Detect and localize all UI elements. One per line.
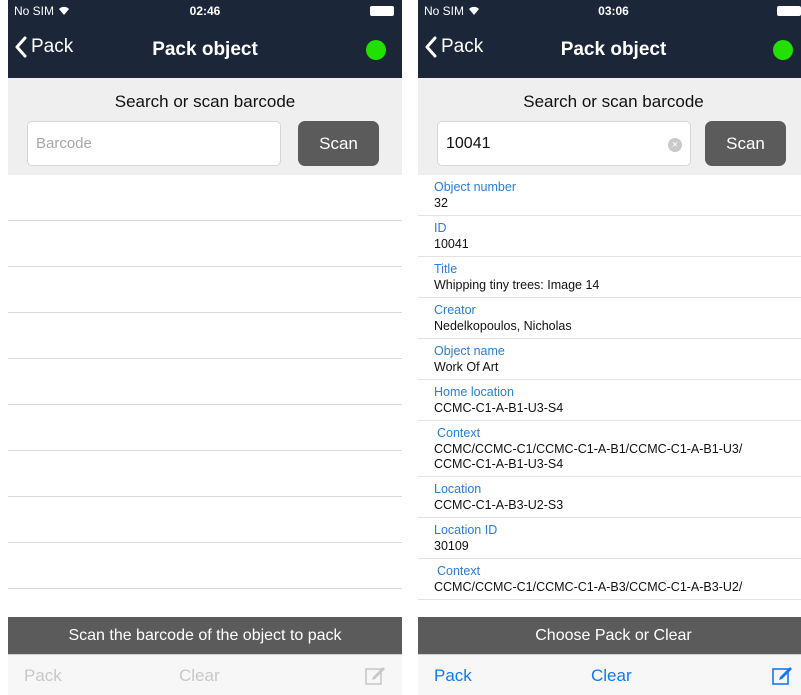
list-item bbox=[8, 175, 402, 221]
field-label: Object name bbox=[434, 344, 505, 358]
list-item bbox=[8, 221, 402, 267]
field-object-name: Object name Work Of Art bbox=[418, 339, 801, 380]
search-heading: Search or scan barcode bbox=[114, 92, 296, 111]
field-home-context: Context CCMC/CCMC-C1/CCMC-C1-A-B1/CCMC-C… bbox=[418, 421, 801, 477]
scan-button[interactable]: Scan bbox=[705, 121, 786, 166]
clear-button[interactable]: Clear bbox=[591, 666, 632, 686]
field-label: Title bbox=[434, 262, 458, 276]
field-label: Object number bbox=[434, 180, 516, 194]
field-location: Location CCMC-C1-A-B3-U2-S3 bbox=[418, 477, 801, 518]
list-item bbox=[8, 451, 402, 497]
barcode-input[interactable]: 10041 × bbox=[437, 121, 691, 166]
bottom-toolbar: Pack Clear bbox=[418, 654, 801, 695]
navigation-bar: Pack Pack object bbox=[418, 22, 801, 78]
status-bar: No SIM 03:06 bbox=[418, 0, 801, 22]
field-location-context: Context CCMC/CCMC-C1/CCMC-C1-A-B3/CCMC-C… bbox=[418, 559, 801, 600]
scan-button[interactable]: Scan bbox=[298, 121, 379, 166]
field-value: 10041 bbox=[434, 237, 469, 251]
connection-status-dot bbox=[366, 40, 386, 60]
barcode-input[interactable]: Barcode bbox=[27, 121, 281, 166]
field-value: CCMC-C1-A-B3-U2-S3 bbox=[434, 498, 564, 512]
compose-icon[interactable] bbox=[771, 664, 793, 686]
search-panel: Search or scan barcode Barcode Scan bbox=[8, 78, 402, 175]
phone-screen-empty: No SIM 02:46 Pack Pack object Search or … bbox=[8, 0, 402, 695]
field-label: Home location bbox=[434, 385, 514, 399]
list-item bbox=[8, 497, 402, 543]
field-object-number: Object number 32 bbox=[418, 175, 801, 216]
connection-status-dot bbox=[773, 40, 793, 60]
field-label: Location ID bbox=[434, 523, 498, 537]
field-value: CCMC-C1-A-B1-U3-S4 bbox=[434, 401, 564, 415]
field-label: Creator bbox=[434, 303, 476, 317]
page-title: Pack object bbox=[560, 39, 667, 60]
field-creator: Creator Nedelkopoulos, Nicholas bbox=[418, 298, 801, 339]
status-bar: No SIM 02:46 bbox=[8, 0, 402, 22]
field-value: CCMC/CCMC-C1/CCMC-C1-A-B1/CCMC-C1-A-B1-U… bbox=[434, 442, 743, 471]
list-item bbox=[8, 405, 402, 451]
search-heading: Search or scan barcode bbox=[523, 92, 704, 111]
field-title: Title Whipping tiny trees: Image 14 bbox=[418, 257, 801, 298]
battery-icon bbox=[777, 6, 801, 16]
battery-icon bbox=[370, 6, 394, 16]
status-time: 02:46 bbox=[189, 4, 221, 18]
status-time: 03:06 bbox=[598, 4, 629, 18]
list-item bbox=[8, 359, 402, 405]
pack-button[interactable]: Pack bbox=[434, 666, 472, 686]
clear-button[interactable]: Clear bbox=[179, 666, 220, 686]
hint-banner: Scan the barcode of the object to pack bbox=[8, 617, 402, 654]
compose-icon[interactable] bbox=[364, 664, 386, 686]
field-value: CCMC/CCMC-C1/CCMC-C1-A-B3/CCMC-C1-A-B3-U… bbox=[434, 580, 743, 594]
result-list-empty bbox=[8, 175, 402, 589]
field-value: Work Of Art bbox=[434, 360, 499, 374]
field-label: Context bbox=[437, 426, 481, 440]
object-details-list: Object number 32 ID 10041 Title Whipping… bbox=[418, 175, 801, 615]
list-item bbox=[8, 267, 402, 313]
clear-text-icon[interactable]: × bbox=[668, 138, 682, 152]
navigation-bar: Pack Pack object bbox=[8, 22, 402, 78]
screenshot-stage: No SIM 02:46 Pack Pack object Search or … bbox=[0, 0, 801, 695]
field-home-location: Home location CCMC-C1-A-B1-U3-S4 bbox=[418, 380, 801, 421]
field-location-id: Location ID 30109 bbox=[418, 518, 801, 559]
page-title: Pack object bbox=[152, 39, 258, 60]
field-value: Whipping tiny trees: Image 14 bbox=[434, 278, 600, 292]
field-value: 30109 bbox=[434, 539, 469, 553]
list-item bbox=[8, 313, 402, 359]
search-panel: Search or scan barcode 10041 × Scan bbox=[418, 78, 801, 175]
barcode-value: 10041 bbox=[446, 135, 491, 152]
field-label: Context bbox=[437, 564, 481, 578]
field-id: ID 10041 bbox=[418, 216, 801, 257]
field-label: ID bbox=[434, 221, 447, 235]
list-item bbox=[8, 543, 402, 589]
phone-screen-result: No SIM 03:06 Pack Pack object Search or … bbox=[418, 0, 801, 695]
field-value: 32 bbox=[434, 196, 448, 210]
bottom-toolbar: Pack Clear bbox=[8, 654, 402, 695]
field-label: Location bbox=[434, 482, 482, 496]
pack-button[interactable]: Pack bbox=[24, 666, 62, 686]
field-value: Nedelkopoulos, Nicholas bbox=[434, 319, 572, 333]
hint-banner: Choose Pack or Clear bbox=[418, 617, 801, 654]
